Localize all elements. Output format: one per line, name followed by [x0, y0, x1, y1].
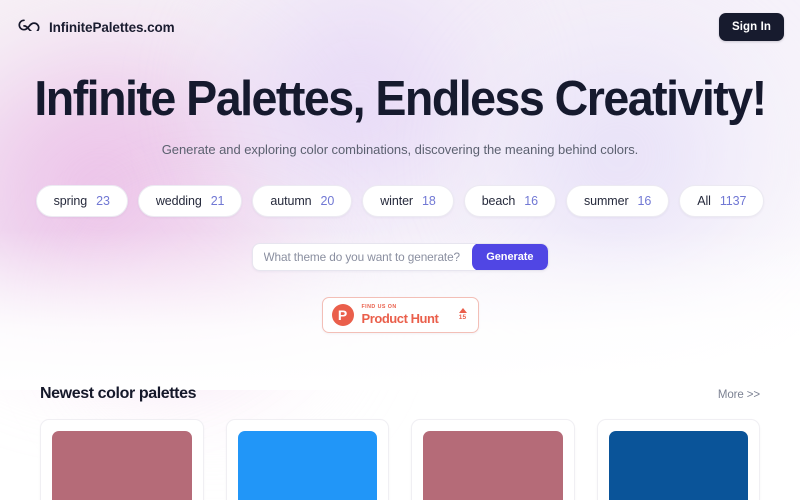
product-hunt-vote-count: 15: [458, 314, 467, 322]
tag-pill-spring[interactable]: spring 23: [35, 184, 128, 217]
palette-swatch-stack: [52, 430, 192, 500]
section-title: Newest color palettes: [40, 384, 197, 402]
palette-swatch-stack: [608, 430, 748, 500]
tag-label: wedding: [155, 193, 202, 208]
generate-button[interactable]: Generate: [472, 243, 548, 270]
tag-pill-wedding[interactable]: wedding 21: [137, 184, 243, 217]
infinity-icon: [18, 18, 40, 36]
sign-in-button[interactable]: Sign In: [718, 13, 784, 41]
palette-swatch: [237, 430, 377, 500]
palette-swatch-stack: [423, 430, 563, 500]
tag-count: 16: [637, 193, 652, 208]
palette-swatch: [52, 430, 192, 500]
tag-label: All: [697, 193, 711, 208]
palette-card[interactable]: [225, 418, 389, 500]
product-hunt-logo-icon: P: [331, 303, 354, 326]
tag-pill-winter[interactable]: winter 18: [362, 184, 454, 217]
more-link[interactable]: More >>: [718, 389, 760, 401]
tag-label: autumn: [270, 193, 312, 208]
hero-section: Infinite Palettes, Endless Creativity! G…: [0, 54, 800, 157]
product-hunt-row: P FIND US ON Product Hunt 15: [0, 296, 800, 333]
brand-logo-link[interactable]: InfinitePalettes.com: [18, 18, 175, 36]
tag-pill-summer[interactable]: summer 16: [565, 184, 670, 217]
tag-count: 20: [320, 193, 335, 208]
tag-label: winter: [380, 193, 413, 208]
tag-count: 21: [210, 193, 225, 208]
page-title: Infinite Palettes, Endless Creativity!: [34, 72, 767, 126]
palette-swatch: [608, 430, 748, 500]
tag-filter-row: spring 23 wedding 21 autumn 20 winter 18 beach 16…: [0, 184, 800, 217]
product-hunt-badge[interactable]: P FIND US ON Product Hunt 15: [321, 296, 479, 333]
tag-count: 1137: [719, 193, 747, 208]
palette-card[interactable]: [596, 418, 760, 500]
palette-card[interactable]: [40, 418, 204, 500]
product-hunt-kicker: FIND US ON: [361, 303, 397, 310]
tag-count: 16: [524, 193, 538, 208]
tag-pill-beach[interactable]: beach 16: [463, 184, 556, 217]
product-hunt-text: FIND US ON Product Hunt: [361, 303, 451, 327]
tag-label: summer: [583, 193, 629, 208]
search-row: Generate: [0, 242, 800, 271]
triangle-up-icon: [458, 308, 467, 314]
tag-pill-all[interactable]: All 1137: [679, 184, 765, 217]
tag-pill-autumn[interactable]: autumn 20: [252, 184, 353, 217]
page-subtitle: Generate and exploring color combination…: [161, 141, 639, 157]
search-input[interactable]: [253, 249, 473, 264]
tag-count: 23: [96, 193, 110, 208]
product-hunt-votes: 15: [458, 308, 469, 322]
tag-label: beach: [481, 193, 516, 208]
tag-count: 18: [421, 193, 436, 208]
newest-palettes-section: Newest color palettes More >>: [0, 385, 800, 500]
tag-label: spring: [53, 193, 88, 208]
palette-swatch: [423, 430, 563, 500]
newest-palettes-header: Newest color palettes More >>: [40, 385, 760, 403]
product-hunt-title: Product Hunt: [361, 311, 439, 327]
site-header: InfinitePalettes.com Sign In: [0, 0, 800, 54]
brand-name: InfinitePalettes.com: [49, 19, 175, 35]
palette-card[interactable]: [411, 418, 575, 500]
search-box: Generate: [251, 242, 549, 271]
palette-swatch-stack: [237, 430, 377, 500]
palette-grid: [40, 418, 760, 500]
